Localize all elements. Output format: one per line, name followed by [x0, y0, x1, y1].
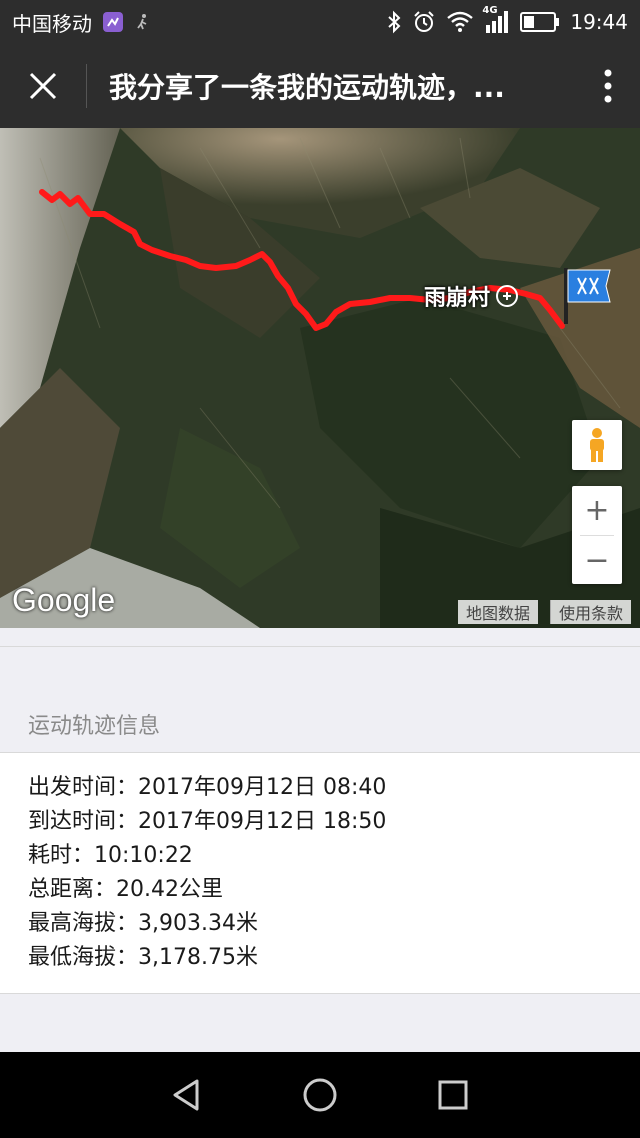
close-button[interactable]: [0, 44, 86, 128]
track-info-card: 出发时间：2017年09月12日 08:40 到达时间：2017年09月12日 …: [0, 752, 640, 994]
google-logo: Google: [12, 582, 116, 618]
departure-time: 出发时间：2017年09月12日 08:40: [28, 775, 387, 800]
terms-link[interactable]: 使用条款: [550, 600, 632, 624]
map-terrain: [0, 128, 640, 628]
title-bar: 我分享了一条我的运动轨迹，...: [0, 44, 640, 128]
walk-icon: [134, 13, 152, 31]
recents-icon: [438, 1080, 468, 1110]
system-nav-bar: [0, 1052, 640, 1138]
total-distance: 总距离：20.42公里: [28, 877, 223, 902]
wifi-icon: [446, 11, 474, 33]
signal-icon: 4G: [482, 5, 510, 33]
back-icon: [173, 1079, 199, 1111]
terms-text: 使用条款: [559, 604, 624, 623]
more-button[interactable]: [576, 44, 640, 128]
track-info-area: 运动轨迹信息 出发时间：2017年09月12日 08:40 到达时间：2017年…: [0, 628, 640, 1052]
home-icon: [303, 1078, 337, 1112]
network-type: 4G: [482, 5, 498, 16]
alarm-icon: [412, 10, 436, 34]
map-data-link[interactable]: 地图数据: [458, 600, 539, 624]
street-view-button[interactable]: [572, 420, 622, 470]
min-altitude: 最低海拔：3,178.75米: [28, 945, 258, 970]
place-label-text: 雨崩村: [424, 286, 491, 311]
zoom-in-button[interactable]: +: [572, 486, 622, 535]
back-button[interactable]: [157, 1065, 217, 1125]
top-divider: [0, 646, 640, 647]
bluetooth-icon: [386, 10, 402, 34]
home-button[interactable]: [290, 1065, 350, 1125]
zoom-controls: + −: [572, 486, 622, 584]
pegman-icon: [590, 428, 604, 462]
section-title: 运动轨迹信息: [28, 714, 161, 739]
page-title: 我分享了一条我的运动轨迹，...: [109, 71, 505, 104]
poi-icon: [496, 285, 519, 307]
map-data-text: 地图数据: [466, 604, 531, 623]
finish-flag-icon[interactable]: [562, 268, 614, 324]
more-vertical-icon: [604, 69, 612, 103]
zoom-out-button[interactable]: −: [572, 536, 622, 585]
recents-button[interactable]: [423, 1065, 483, 1125]
app-notification-icon: [102, 11, 124, 33]
status-bar: 中国移动 4G 19:44: [0, 0, 640, 44]
clock: 19:44: [570, 10, 628, 34]
arrival-time: 到达时间：2017年09月12日 18:50: [28, 809, 387, 834]
duration: 耗时：10:10:22: [28, 843, 193, 868]
battery-icon: [520, 11, 560, 33]
max-altitude: 最高海拔：3,903.34米: [28, 911, 258, 936]
close-icon: [29, 72, 57, 100]
place-label: 雨崩村: [424, 280, 519, 312]
carrier-name: 中国移动: [12, 11, 92, 36]
satellite-map[interactable]: 雨崩村 + − Google 地图数据 使用条款: [0, 128, 640, 628]
